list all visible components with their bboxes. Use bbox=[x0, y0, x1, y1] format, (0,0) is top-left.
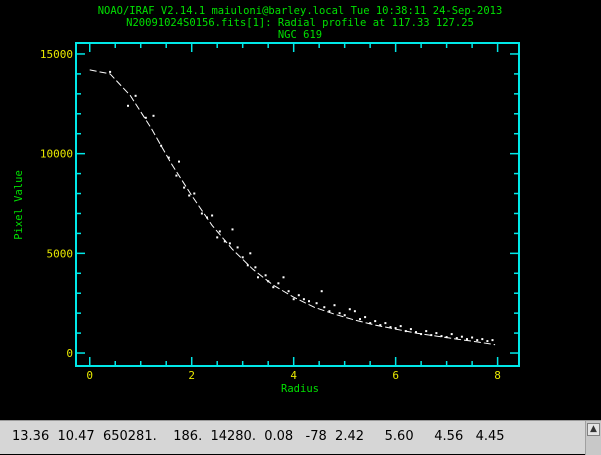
x-tick-label: 4 bbox=[290, 369, 297, 382]
data-point bbox=[409, 328, 412, 331]
plot-window: NOAO/IRAF V2.14.1 maiuloni@barley.local … bbox=[0, 0, 601, 420]
data-point bbox=[328, 310, 331, 313]
status-scrollbar[interactable]: ▲ bbox=[585, 421, 601, 455]
data-point bbox=[223, 240, 226, 243]
data-point bbox=[188, 194, 191, 197]
data-point bbox=[404, 330, 407, 333]
data-point bbox=[394, 327, 397, 330]
data-point bbox=[160, 144, 163, 147]
data-point bbox=[218, 230, 221, 233]
data-point bbox=[369, 322, 372, 325]
data-point bbox=[359, 318, 361, 321]
y-tick-label: 5000 bbox=[47, 247, 74, 260]
status-readout: 13.36 10.47 650281. 186. 14280. 0.08 -78… bbox=[12, 429, 505, 444]
data-point bbox=[491, 339, 494, 342]
data-point bbox=[389, 326, 392, 329]
header-line-2: N20091024S0156.fits[1]: Radial profile a… bbox=[126, 17, 474, 29]
data-point bbox=[206, 216, 208, 219]
data-point bbox=[297, 294, 300, 297]
data-point bbox=[476, 339, 479, 342]
data-point bbox=[152, 114, 155, 117]
data-point bbox=[384, 322, 387, 325]
data-point bbox=[338, 312, 341, 315]
y-tick-label: 10000 bbox=[40, 148, 73, 161]
x-axis-label: Radius bbox=[281, 383, 319, 395]
data-point bbox=[333, 304, 336, 307]
data-point bbox=[379, 324, 382, 327]
data-point bbox=[127, 104, 129, 107]
data-point bbox=[287, 290, 290, 293]
data-point bbox=[374, 320, 377, 323]
data-point bbox=[272, 286, 275, 289]
data-point bbox=[200, 212, 203, 215]
header-line-1: NOAO/IRAF V2.14.1 maiuloni@barley.local … bbox=[98, 5, 503, 17]
data-point bbox=[246, 264, 249, 267]
data-point bbox=[481, 338, 484, 341]
data-point bbox=[302, 298, 305, 301]
data-point bbox=[175, 174, 178, 177]
data-point bbox=[249, 252, 252, 255]
data-point bbox=[323, 306, 326, 309]
radial-profile-chart: NOAO/IRAF V2.14.1 maiuloni@barley.local … bbox=[0, 0, 601, 420]
data-point bbox=[415, 331, 417, 334]
data-point bbox=[430, 334, 433, 337]
data-point bbox=[167, 156, 170, 159]
data-point bbox=[267, 280, 270, 283]
data-point bbox=[193, 192, 196, 195]
data-point bbox=[466, 338, 468, 341]
data-point bbox=[211, 214, 214, 217]
y-tick-label: 0 bbox=[66, 347, 73, 360]
data-point bbox=[109, 70, 112, 73]
data-point bbox=[460, 335, 463, 338]
status-bar: 13.36 10.47 650281. 186. 14280. 0.08 -78… bbox=[0, 420, 601, 455]
data-point bbox=[420, 333, 423, 336]
data-point bbox=[178, 160, 180, 163]
data-point bbox=[450, 333, 453, 336]
x-tick-label: 6 bbox=[392, 369, 399, 382]
data-point bbox=[292, 298, 295, 301]
data-point bbox=[440, 335, 443, 338]
data-point bbox=[144, 116, 147, 119]
data-point bbox=[320, 290, 323, 293]
data-point bbox=[308, 300, 310, 303]
header-line-3: NGC 619 bbox=[278, 29, 322, 41]
data-point bbox=[486, 340, 489, 343]
x-tick-label: 8 bbox=[494, 369, 501, 382]
data-point bbox=[241, 256, 244, 259]
y-tick-label: 15000 bbox=[40, 48, 73, 61]
data-point bbox=[364, 316, 367, 319]
data-point bbox=[231, 228, 234, 231]
y-axis-label: Pixel Value bbox=[13, 170, 25, 240]
data-point bbox=[277, 282, 280, 285]
x-tick-label: 0 bbox=[86, 369, 93, 382]
data-point bbox=[348, 308, 351, 311]
data-point bbox=[236, 246, 239, 249]
data-point bbox=[282, 276, 285, 279]
data-point bbox=[134, 94, 137, 97]
data-point bbox=[425, 330, 428, 333]
data-point bbox=[343, 314, 346, 317]
data-point bbox=[257, 276, 259, 279]
data-point bbox=[264, 274, 267, 277]
data-point bbox=[315, 302, 318, 305]
data-point bbox=[399, 325, 402, 328]
data-point bbox=[183, 186, 186, 189]
data-point bbox=[471, 336, 474, 339]
data-point bbox=[254, 266, 257, 269]
data-point bbox=[353, 310, 356, 313]
data-point bbox=[455, 337, 458, 340]
x-tick-label: 2 bbox=[188, 369, 195, 382]
data-point bbox=[228, 242, 231, 245]
data-point bbox=[435, 332, 438, 335]
data-point bbox=[445, 336, 448, 339]
data-point bbox=[216, 236, 219, 239]
scroll-up-arrow-icon[interactable]: ▲ bbox=[587, 423, 600, 436]
